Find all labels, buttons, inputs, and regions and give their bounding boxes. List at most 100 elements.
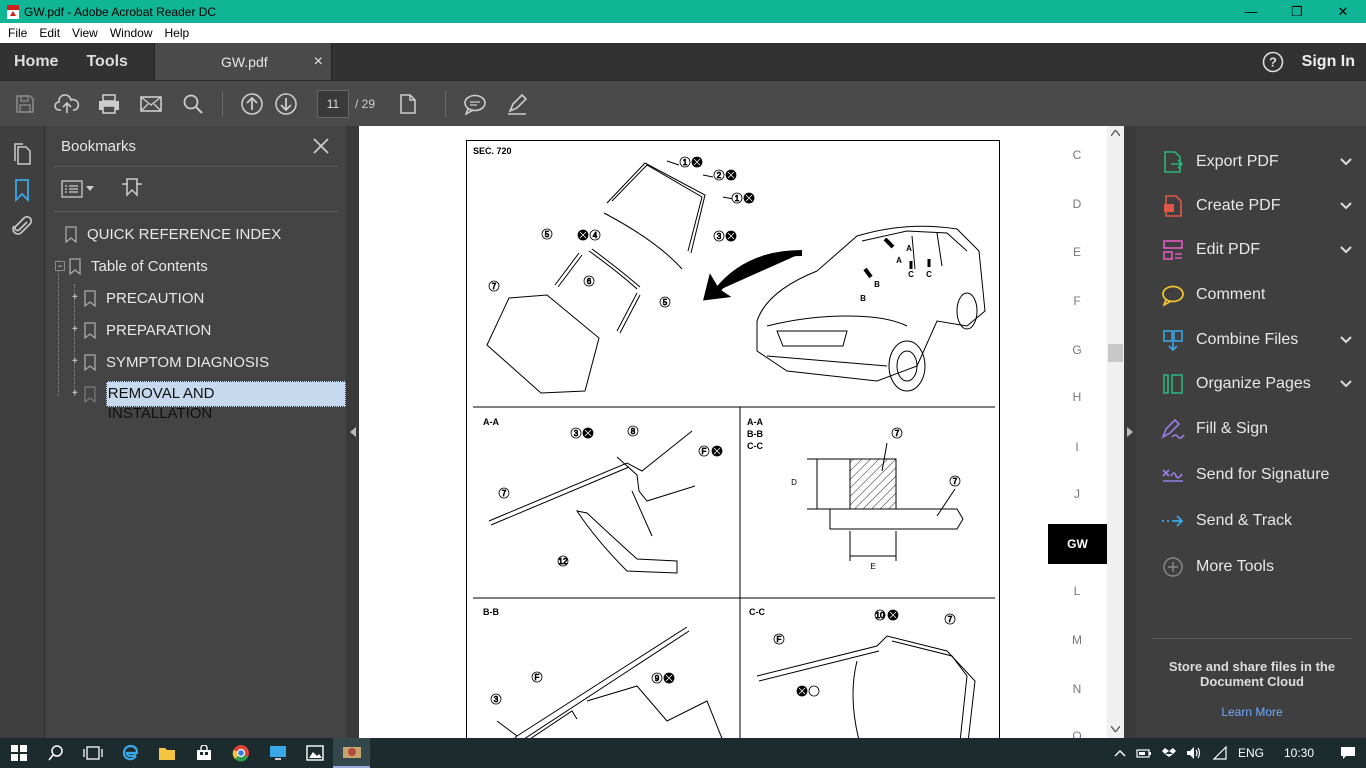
section-tab[interactable]: O	[1047, 729, 1107, 738]
language-indicator[interactable]: ENG	[1238, 746, 1264, 760]
collapse-toggle[interactable]: −	[55, 261, 65, 271]
section-tab[interactable]: L	[1047, 584, 1107, 598]
bookmark-item-selected[interactable]: + REMOVAL AND INSTALLATION	[72, 381, 346, 422]
bookmark-item[interactable]: + PREPARATION	[72, 318, 211, 342]
bookmark-item[interactable]: QUICK REFERENCE INDEX	[65, 222, 281, 246]
bookmarks-button[interactable]	[0, 172, 44, 208]
find-button[interactable]	[176, 87, 210, 121]
email-button[interactable]	[134, 87, 168, 121]
chevron-down-icon[interactable]	[1340, 336, 1352, 344]
menu-file[interactable]: File	[0, 26, 31, 40]
page-display-button[interactable]	[391, 87, 425, 121]
bookmark-item[interactable]: − Table of Contents	[55, 254, 208, 278]
next-page-button[interactable]	[269, 87, 303, 121]
sign-in-button[interactable]: Sign In	[1302, 43, 1366, 80]
section-tab[interactable]: N	[1047, 682, 1107, 696]
attachments-button[interactable]	[0, 208, 44, 244]
close-window-button[interactable]: ✕	[1320, 0, 1366, 23]
section-tab[interactable]: I	[1047, 440, 1107, 454]
acrobat-taskbar-button[interactable]	[333, 738, 370, 768]
file-explorer-taskbar-button[interactable]	[148, 738, 185, 768]
chevron-up-icon[interactable]	[1114, 749, 1126, 757]
section-tab[interactable]: D	[1047, 197, 1107, 211]
bookmark-item[interactable]: + PRECAUTION	[72, 286, 204, 310]
page-thumbnails-button[interactable]	[0, 136, 44, 172]
print-button[interactable]	[92, 87, 126, 121]
section-tab-active[interactable]: GW	[1048, 524, 1107, 564]
menu-help[interactable]: Help	[157, 26, 194, 40]
tab-tools[interactable]: Tools	[72, 43, 153, 80]
store-taskbar-button[interactable]	[185, 738, 222, 768]
wifi-icon[interactable]	[1212, 746, 1228, 760]
expand-toggle[interactable]: +	[72, 325, 80, 335]
tab-document[interactable]: GW.pdf ×	[153, 43, 332, 80]
scroll-down-arrow-icon[interactable]	[1111, 726, 1120, 732]
page-number-input[interactable]: 11	[317, 89, 349, 118]
tab-home[interactable]: Home	[0, 43, 72, 80]
tool-fill-and-sign[interactable]: Fill & Sign	[1160, 414, 1352, 444]
scroll-up-arrow-icon[interactable]	[1111, 130, 1120, 136]
upload-cloud-button[interactable]	[50, 87, 84, 121]
tool-combine-files[interactable]: Combine Files	[1160, 325, 1352, 355]
help-button[interactable]: ?	[1262, 43, 1302, 80]
battery-icon[interactable]	[1136, 747, 1152, 759]
section-tab[interactable]: C	[1047, 148, 1107, 162]
chevron-down-icon[interactable]	[1340, 158, 1352, 166]
bookmarks-panel-title: Bookmarks	[61, 137, 137, 155]
tool-organize-pages[interactable]: Organize Pages	[1160, 369, 1352, 399]
collapse-right-arrow-icon[interactable]	[1127, 427, 1133, 437]
new-bookmark-button[interactable]	[120, 175, 144, 204]
save-icon	[16, 94, 34, 113]
section-tab[interactable]: J	[1047, 487, 1107, 501]
tool-edit-pdf[interactable]: Edit PDF	[1160, 235, 1352, 265]
chrome-taskbar-button[interactable]	[222, 738, 259, 768]
bookmark-options-button[interactable]	[61, 180, 94, 198]
dropbox-icon[interactable]	[1161, 746, 1176, 760]
expand-toggle[interactable]: +	[72, 389, 80, 399]
clock[interactable]: 10:30	[1284, 746, 1314, 760]
left-panel-splitter[interactable]	[346, 126, 359, 738]
section-tab[interactable]: E	[1047, 245, 1107, 259]
previous-page-button[interactable]	[235, 87, 269, 121]
edge-taskbar-button[interactable]	[111, 738, 148, 768]
chevron-down-icon[interactable]	[1340, 380, 1352, 388]
chevron-down-icon[interactable]	[1340, 202, 1352, 210]
section-tab[interactable]: G	[1047, 343, 1107, 357]
start-button[interactable]	[0, 738, 37, 768]
minimize-button[interactable]: —	[1228, 0, 1274, 23]
save-button[interactable]	[8, 87, 42, 121]
restore-button[interactable]: ❐	[1274, 0, 1320, 23]
search-taskbar-button[interactable]	[37, 738, 74, 768]
section-tab[interactable]: H	[1047, 390, 1107, 404]
tool-comment[interactable]: Comment	[1160, 280, 1352, 310]
chevron-down-icon[interactable]	[1340, 246, 1352, 254]
tool-create-pdf[interactable]: Create PDF	[1160, 191, 1352, 221]
task-view-button[interactable]	[74, 738, 111, 768]
menu-view[interactable]: View	[64, 26, 102, 40]
collapse-left-arrow-icon[interactable]	[349, 427, 356, 437]
section-tab[interactable]: M	[1047, 633, 1107, 647]
vertical-scrollbar[interactable]	[1107, 126, 1124, 738]
volume-icon[interactable]	[1186, 746, 1202, 760]
scrollbar-thumb[interactable]	[1108, 344, 1123, 362]
tool-send-and-track[interactable]: Send & Track	[1160, 506, 1352, 536]
document-viewer[interactable]: SEC. 720 1 2 1 3 4 5 6 7 5 A A B B C C A…	[359, 126, 1107, 738]
tool-more-tools[interactable]: More Tools	[1160, 552, 1352, 582]
highlight-button[interactable]	[500, 87, 534, 121]
comment-button[interactable]	[458, 87, 492, 121]
menu-window[interactable]: Window	[102, 26, 157, 40]
section-tab[interactable]: F	[1047, 294, 1107, 308]
remote-desktop-taskbar-button[interactable]	[259, 738, 296, 768]
photos-taskbar-button[interactable]	[296, 738, 333, 768]
action-center-icon[interactable]	[1340, 746, 1356, 760]
tool-export-pdf[interactable]: Export PDF	[1160, 147, 1352, 177]
learn-more-link[interactable]: Learn More	[1152, 705, 1352, 719]
menu-edit[interactable]: Edit	[31, 26, 64, 40]
expand-toggle[interactable]: +	[72, 293, 80, 303]
right-panel-splitter[interactable]	[1124, 126, 1136, 738]
expand-toggle[interactable]: +	[72, 357, 80, 367]
bookmark-item[interactable]: + SYMPTOM DIAGNOSIS	[72, 350, 269, 374]
tool-send-for-signature[interactable]: Send for Signature	[1160, 460, 1352, 490]
document-tab-close-button[interactable]: ×	[314, 53, 323, 71]
close-icon[interactable]	[312, 137, 330, 155]
